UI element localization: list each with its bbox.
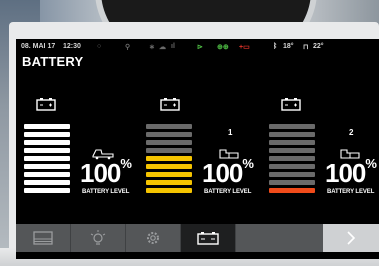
- vehicle-number: 2: [349, 128, 354, 137]
- battery-icon: [160, 98, 180, 111]
- battery-segment: [146, 140, 192, 145]
- battery-segment: [269, 188, 315, 193]
- status-date: 08. MAI 17: [21, 43, 56, 50]
- bluetooth-icon: ∗: [149, 44, 155, 51]
- plug-icon: ⊳: [197, 44, 203, 51]
- battery-segment: [146, 164, 192, 169]
- page-title: BATTERY: [22, 54, 84, 69]
- battery-main: 100% BATTERY LEVEL: [20, 91, 150, 241]
- battery-segment: [269, 172, 315, 177]
- battery-2: 2 100% BATTERY LEVEL: [265, 91, 379, 241]
- temp-right-icon: ⊓: [303, 44, 309, 51]
- battery-segment: [24, 124, 70, 129]
- battery-level-label: BATTERY LEVEL: [327, 189, 375, 195]
- battery-segment: [146, 156, 192, 161]
- battery-segment: [24, 148, 70, 153]
- battery-percent: 100%: [80, 156, 132, 188]
- status-temp-right: 22°: [313, 43, 324, 50]
- signal-icon: ıl: [171, 43, 175, 50]
- nav-display-button[interactable]: [16, 224, 71, 252]
- temp-left-icon: ᛒ: [273, 43, 278, 50]
- battery-icon: [36, 98, 56, 111]
- vehicle-connect-icon: ⊕⊕: [217, 44, 229, 51]
- battery-percent: 100%: [325, 156, 377, 188]
- nav-battery-button[interactable]: [181, 224, 236, 252]
- battery-segment: [24, 140, 70, 145]
- battery-segment: [24, 180, 70, 185]
- battery-1: 1 100% BATTERY LEVEL: [142, 91, 272, 241]
- battery-segment: [146, 188, 192, 193]
- status-circle-icon: ○: [97, 43, 102, 50]
- battery-segment: [24, 156, 70, 161]
- battery-segment: [146, 148, 192, 153]
- bottom-navigation: [16, 224, 379, 252]
- battery-segment: [269, 140, 315, 145]
- status-temp-left: 18°: [283, 43, 294, 50]
- light-bulb-icon: [90, 230, 106, 245]
- battery-segment: [146, 132, 192, 137]
- battery-bars: [24, 124, 70, 196]
- battery-segment: [24, 164, 70, 169]
- chevron-right-icon: [347, 231, 356, 245]
- location-icon: ⚲: [125, 44, 131, 51]
- battery-segment: [24, 172, 70, 177]
- battery-level-label: BATTERY LEVEL: [82, 189, 130, 195]
- battery-segment: [24, 132, 70, 137]
- status-time: 12:30: [63, 43, 81, 50]
- battery-segment: [146, 124, 192, 129]
- battery-segment: [269, 148, 315, 153]
- battery-segment: [269, 156, 315, 161]
- battery-bars: [146, 124, 192, 196]
- next-page-button[interactable]: [323, 224, 379, 252]
- battery-segment: [269, 180, 315, 185]
- battery-icon: [197, 232, 219, 245]
- battery-warning-icon: +▭: [239, 44, 250, 51]
- battery-segment: [24, 188, 70, 193]
- gear-icon: [147, 232, 159, 244]
- battery-segment: [146, 180, 192, 185]
- battery-segment: [269, 124, 315, 129]
- vehicle-number: 1: [228, 128, 233, 137]
- screen-icon: [33, 231, 53, 245]
- battery-percent: 100%: [202, 156, 254, 188]
- battery-segment: [146, 172, 192, 177]
- battery-icon: [281, 98, 301, 111]
- nav-lighting-button[interactable]: [71, 224, 126, 252]
- battery-level-label: BATTERY LEVEL: [204, 189, 252, 195]
- battery-segment: [269, 164, 315, 169]
- nav-settings-button[interactable]: [126, 224, 181, 252]
- battery-segment: [269, 132, 315, 137]
- cloud-icon: ☁: [159, 44, 166, 51]
- battery-bars: [269, 124, 315, 196]
